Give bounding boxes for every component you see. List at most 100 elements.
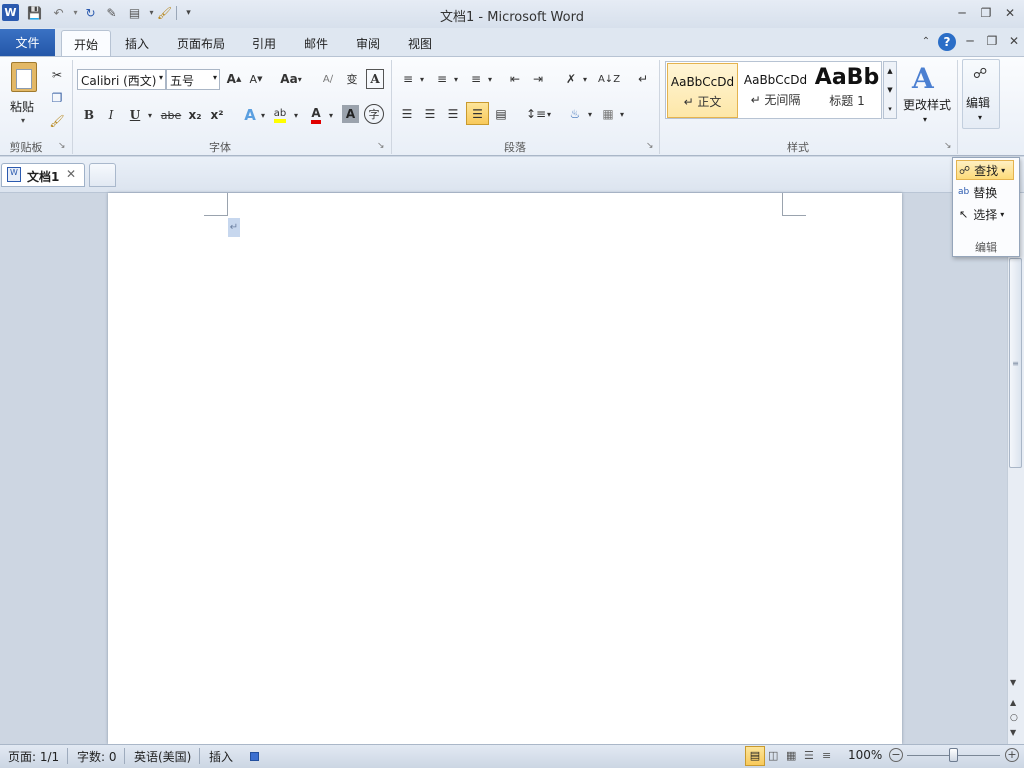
highlight-dropdown-icon[interactable]: ▾ [292, 104, 300, 126]
justify-icon[interactable]: ☰ [466, 102, 489, 125]
superscript-button[interactable]: x² [208, 104, 226, 126]
full-screen-reading-icon[interactable]: ◫ [768, 749, 778, 762]
enclose-characters-icon[interactable]: 字 [364, 104, 384, 124]
borders-icon[interactable]: ▦ [598, 103, 618, 125]
borders-dropdown-icon[interactable]: ▾ [618, 103, 626, 125]
insert-mode-indicator[interactable]: 插入 [209, 748, 233, 765]
highlight-icon[interactable]: ab [270, 104, 290, 126]
tab-review[interactable]: 审阅 [344, 30, 392, 56]
next-page-icon[interactable]: ▼ [1010, 728, 1016, 737]
gallery-up-icon[interactable]: ▲ [884, 62, 896, 81]
chinese-layout-icon[interactable]: ✗ [560, 68, 582, 90]
doc-close-icon[interactable]: ✕ [1004, 32, 1024, 50]
browse-object-icon[interactable]: ○ [1010, 713, 1018, 723]
text-effects-icon[interactable]: A [240, 104, 260, 126]
bold-button[interactable]: B [80, 104, 98, 126]
shading-dropdown-icon[interactable]: ▾ [586, 103, 594, 125]
tab-mailings[interactable]: 邮件 [292, 30, 340, 56]
font-launcher-icon[interactable]: ↘ [377, 141, 385, 151]
tab-page-layout[interactable]: 页面布局 [165, 30, 237, 56]
minimize-icon[interactable]: ─ [952, 4, 972, 22]
language-indicator[interactable]: 英语(美国) [134, 748, 191, 765]
restore-icon[interactable]: ❐ [976, 4, 996, 22]
minimize-ribbon-icon[interactable]: ⌃ [916, 32, 936, 50]
tab-home[interactable]: 开始 [61, 30, 112, 57]
copy-icon[interactable]: ❐ [48, 87, 66, 109]
tab-close-icon[interactable]: ✕ [66, 167, 76, 181]
font-color-icon[interactable]: A [306, 104, 326, 126]
character-border-icon[interactable]: A [366, 69, 384, 89]
numbering-icon[interactable]: ≡ [432, 68, 452, 90]
paragraph-launcher-icon[interactable]: ↘ [646, 141, 654, 151]
font-color-dropdown-icon[interactable]: ▾ [327, 104, 335, 126]
tab-view[interactable]: 视图 [396, 30, 444, 56]
decrease-indent-icon[interactable]: ⇤ [505, 68, 525, 90]
previous-page-icon[interactable]: ▲ [1010, 698, 1016, 707]
zoom-in-icon[interactable]: + [1005, 748, 1019, 762]
numbering-dropdown-icon[interactable]: ▾ [452, 68, 460, 90]
clipboard-launcher-icon[interactable]: ↘ [58, 141, 66, 151]
style-normal[interactable]: AaBbCcDd ↵ 正文 [667, 63, 738, 118]
character-shading-icon[interactable]: A [342, 105, 359, 123]
cut-icon[interactable]: ✂ [48, 64, 66, 86]
tab-references[interactable]: 引用 [240, 30, 288, 56]
align-right-icon[interactable]: ☰ [443, 103, 463, 125]
font-size-combo[interactable]: 五号 ▾ [166, 69, 220, 90]
clear-formatting-icon[interactable]: A∕ [318, 68, 338, 90]
change-styles-button[interactable]: A 更改样式 ▾ [902, 60, 952, 130]
styles-launcher-icon[interactable]: ↘ [944, 141, 952, 151]
scroll-thumb[interactable]: ≡ [1009, 258, 1022, 468]
scroll-down-icon[interactable]: ▼ [1010, 678, 1016, 687]
help-icon[interactable]: ? [938, 33, 956, 51]
editing-button[interactable]: ☍ 编辑 ▾ [962, 59, 1000, 129]
close-icon[interactable]: ✕ [1000, 4, 1020, 22]
gallery-down-icon[interactable]: ▼ [884, 81, 896, 100]
distributed-icon[interactable]: ▤ [491, 103, 511, 125]
subscript-button[interactable]: x₂ [186, 104, 204, 126]
select-button[interactable]: ↖ 选择 ▾ [956, 204, 1014, 224]
grow-font-icon[interactable]: A ▲ [224, 68, 244, 90]
zoom-slider-thumb[interactable] [949, 748, 958, 762]
style-heading-1[interactable]: AaBb 标题 1 [813, 62, 881, 118]
tab-insert[interactable]: 插入 [113, 30, 161, 56]
web-layout-icon[interactable]: ▦ [786, 749, 796, 762]
font-name-combo[interactable]: Calibri (西文) ▾ [77, 69, 166, 90]
style-no-spacing[interactable]: AaBbCcDd ↵ 无间隔 [740, 62, 811, 118]
align-left-icon[interactable]: ☰ [397, 103, 417, 125]
sort-icon[interactable]: A↓Z [598, 68, 620, 90]
document-page[interactable] [108, 193, 902, 744]
zoom-out-icon[interactable]: − [889, 748, 903, 762]
outline-view-icon[interactable]: ☰ [804, 749, 814, 762]
text-effects-dropdown-icon[interactable]: ▾ [259, 104, 267, 126]
line-spacing-icon[interactable]: ↕≡ [526, 103, 546, 125]
multilevel-dropdown-icon[interactable]: ▾ [486, 68, 494, 90]
find-button[interactable]: ☍ 查找 ▾ [956, 160, 1014, 180]
gallery-more-icon[interactable]: ▾ [884, 100, 896, 118]
print-layout-view-icon[interactable]: ▤ [745, 746, 765, 766]
multilevel-list-icon[interactable]: ≡ [466, 68, 486, 90]
italic-button[interactable]: I [102, 104, 120, 126]
macro-record-icon[interactable] [250, 752, 259, 761]
strikethrough-button[interactable]: abe [160, 104, 182, 126]
page-count[interactable]: 页面: 1/1 [8, 748, 59, 765]
new-tab-button[interactable] [89, 163, 116, 187]
change-case-button[interactable]: Aa ▾ [277, 68, 305, 90]
document-tab[interactable]: W 文档1 ✕ [1, 163, 85, 187]
paste-button[interactable]: 粘贴 ▾ [8, 60, 42, 136]
increase-indent-icon[interactable]: ⇥ [528, 68, 548, 90]
doc-restore-icon[interactable]: ❐ [982, 32, 1002, 50]
bullets-dropdown-icon[interactable]: ▾ [418, 68, 426, 90]
underline-button[interactable]: U [126, 104, 144, 126]
align-center-icon[interactable]: ☰ [420, 103, 440, 125]
shading-icon[interactable]: ♨ [564, 103, 586, 125]
doc-minimize-icon[interactable]: ─ [960, 32, 980, 50]
word-count[interactable]: 字数: 0 [77, 748, 117, 765]
tab-file[interactable]: 文件 [0, 29, 55, 56]
draft-view-icon[interactable]: ≡ [822, 749, 831, 762]
chinese-layout-dropdown-icon[interactable]: ▾ [581, 68, 589, 90]
zoom-level[interactable]: 100% [848, 748, 882, 762]
phonetic-guide-icon[interactable]: 变 [342, 68, 362, 90]
format-painter-icon[interactable]: 🖌 [48, 110, 66, 132]
shrink-font-icon[interactable]: A ▼ [246, 68, 266, 90]
bullets-icon[interactable]: ≡ [398, 68, 418, 90]
